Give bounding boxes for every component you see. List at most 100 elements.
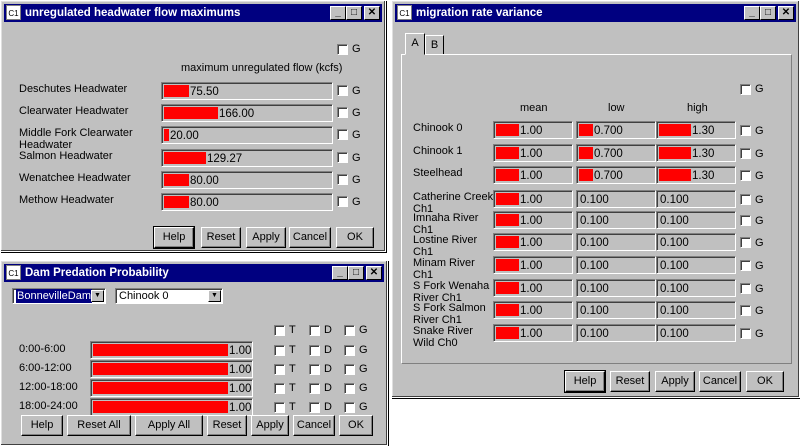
low-field[interactable]: 0.100	[576, 233, 656, 251]
row-d-checkbox[interactable]	[309, 364, 320, 375]
low-field[interactable]: 0.700	[576, 144, 656, 162]
row-g-checkbox[interactable]	[337, 85, 348, 96]
global-g-checkbox[interactable]	[337, 44, 348, 55]
high-field[interactable]: 0.100	[656, 211, 736, 229]
row-g-checkbox[interactable]	[740, 260, 751, 271]
probability-field[interactable]: 1.00	[90, 360, 253, 378]
row-g-checkbox[interactable]	[740, 283, 751, 294]
probability-field[interactable]: 1.00	[90, 379, 253, 397]
row-g-checkbox[interactable]	[337, 174, 348, 185]
maximize-icon[interactable]: □	[760, 6, 776, 20]
low-field[interactable]: 0.700	[576, 166, 656, 184]
row-d-checkbox[interactable]	[309, 402, 320, 413]
row-g-checkbox[interactable]	[740, 237, 751, 248]
global-d-checkbox[interactable]	[309, 325, 320, 336]
cancel-button[interactable]: Cancel	[699, 371, 741, 392]
apply-button[interactable]: Apply	[246, 227, 286, 248]
reset-all-button[interactable]: Reset All	[67, 415, 131, 436]
close-icon[interactable]: ✕	[366, 266, 382, 280]
mean-field[interactable]: 1.00	[493, 233, 573, 251]
reset-button[interactable]: Reset	[201, 227, 241, 248]
row-t-checkbox[interactable]	[274, 402, 285, 413]
row-d-checkbox[interactable]	[309, 345, 320, 356]
flow-field[interactable]: 80.00	[161, 193, 333, 211]
row-g-checkbox[interactable]	[344, 364, 355, 375]
ok-button[interactable]: OK	[336, 227, 374, 248]
row-g-checkbox[interactable]	[337, 152, 348, 163]
row-g-checkbox[interactable]	[740, 170, 751, 181]
headwater-titlebar[interactable]: C1 unregulated headwater flow maximums _…	[4, 4, 382, 22]
probability-field[interactable]: 1.00	[90, 398, 253, 416]
migration-titlebar[interactable]: C1 migration rate variance _ □ ✕	[395, 4, 796, 22]
flow-field[interactable]: 75.50	[161, 82, 333, 100]
low-field[interactable]: 0.100	[576, 256, 656, 274]
dam-titlebar[interactable]: C1 Dam Predation Probability _ □ ✕	[4, 264, 384, 282]
reset-button[interactable]: Reset	[610, 371, 650, 392]
minimize-icon[interactable]: _	[330, 6, 346, 20]
row-g-checkbox[interactable]	[740, 148, 751, 159]
flow-field[interactable]: 166.00	[161, 104, 333, 122]
mean-field[interactable]: 1.00	[493, 324, 573, 342]
maximize-icon[interactable]: □	[346, 6, 362, 20]
maximize-icon[interactable]: □	[348, 266, 364, 280]
low-field[interactable]: 0.700	[576, 121, 656, 139]
minimize-icon[interactable]: _	[744, 6, 760, 20]
row-g-checkbox[interactable]	[344, 402, 355, 413]
row-g-checkbox[interactable]	[344, 345, 355, 356]
high-field[interactable]: 0.100	[656, 190, 736, 208]
reset-button[interactable]: Reset	[207, 415, 247, 436]
global-g-checkbox[interactable]	[740, 84, 751, 95]
apply-button[interactable]: Apply	[251, 415, 289, 436]
high-field[interactable]: 0.100	[656, 256, 736, 274]
tab-a[interactable]: A	[405, 33, 425, 55]
row-g-checkbox[interactable]	[740, 125, 751, 136]
global-t-checkbox[interactable]	[274, 325, 285, 336]
row-t-checkbox[interactable]	[274, 345, 285, 356]
help-button[interactable]: Help	[153, 226, 195, 249]
ok-button[interactable]: OK	[746, 371, 784, 392]
mean-field[interactable]: 1.00	[493, 166, 573, 184]
high-field[interactable]: 0.100	[656, 233, 736, 251]
high-field[interactable]: 1.30	[656, 166, 736, 184]
row-d-checkbox[interactable]	[309, 383, 320, 394]
apply-all-button[interactable]: Apply All	[135, 415, 203, 436]
row-g-checkbox[interactable]	[337, 107, 348, 118]
mean-field[interactable]: 1.00	[493, 279, 573, 297]
row-g-checkbox[interactable]	[740, 215, 751, 226]
close-icon[interactable]: ✕	[364, 6, 380, 20]
close-icon[interactable]: ✕	[778, 6, 794, 20]
row-g-checkbox[interactable]	[740, 305, 751, 316]
mean-field[interactable]: 1.00	[493, 211, 573, 229]
flow-field[interactable]: 20.00	[161, 126, 333, 144]
low-field[interactable]: 0.100	[576, 279, 656, 297]
cancel-button[interactable]: Cancel	[293, 415, 335, 436]
chevron-down-icon[interactable]: ▼	[208, 290, 221, 302]
flow-field[interactable]: 129.27	[161, 149, 333, 167]
app-icon[interactable]: C1	[6, 5, 21, 20]
row-g-checkbox[interactable]	[337, 196, 348, 207]
chevron-down-icon[interactable]: ▼	[91, 290, 104, 302]
high-field[interactable]: 1.30	[656, 121, 736, 139]
row-g-checkbox[interactable]	[740, 328, 751, 339]
dam-select[interactable]: BonnevilleDam ▼	[12, 288, 106, 304]
row-t-checkbox[interactable]	[274, 364, 285, 375]
high-field[interactable]: 0.100	[656, 301, 736, 319]
tab-b[interactable]: B	[425, 35, 444, 55]
low-field[interactable]: 0.100	[576, 324, 656, 342]
app-icon[interactable]: C1	[397, 5, 412, 20]
row-g-checkbox[interactable]	[740, 194, 751, 205]
ok-button[interactable]: OK	[339, 415, 373, 436]
low-field[interactable]: 0.100	[576, 211, 656, 229]
global-g-checkbox[interactable]	[344, 325, 355, 336]
row-g-checkbox[interactable]	[344, 383, 355, 394]
high-field[interactable]: 1.30	[656, 144, 736, 162]
cancel-button[interactable]: Cancel	[289, 227, 331, 248]
row-t-checkbox[interactable]	[274, 383, 285, 394]
species-select[interactable]: Chinook 0 ▼	[115, 288, 223, 304]
mean-field[interactable]: 1.00	[493, 301, 573, 319]
apply-button[interactable]: Apply	[655, 371, 695, 392]
row-g-checkbox[interactable]	[337, 129, 348, 140]
high-field[interactable]: 0.100	[656, 324, 736, 342]
flow-field[interactable]: 80.00	[161, 171, 333, 189]
high-field[interactable]: 0.100	[656, 279, 736, 297]
